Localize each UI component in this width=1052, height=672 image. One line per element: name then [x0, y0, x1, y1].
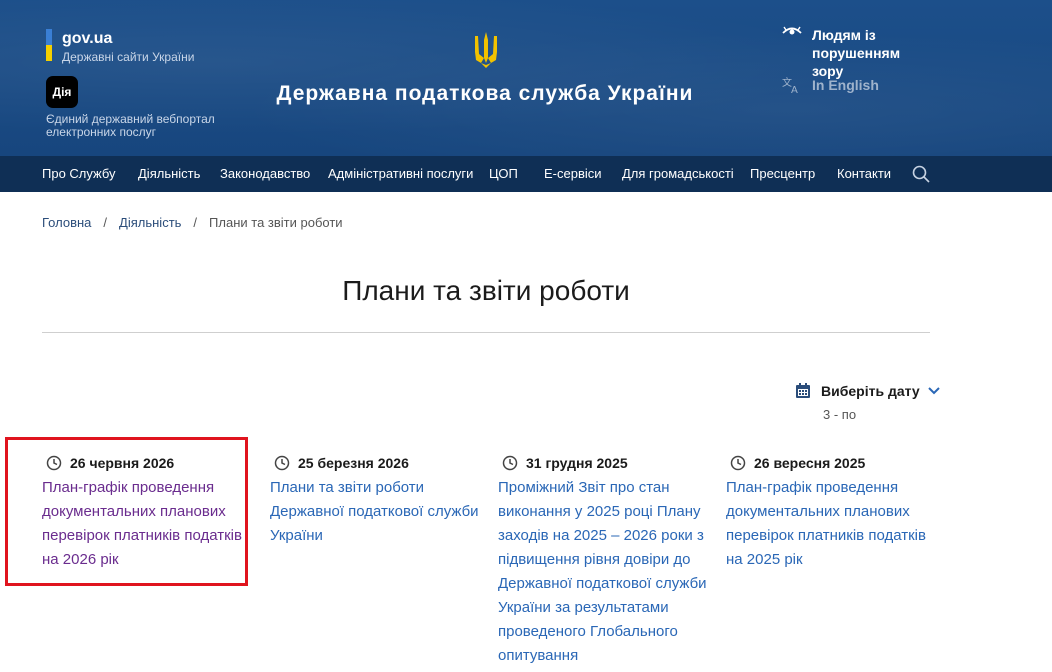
site-title[interactable]: Державна податкова служба України: [230, 82, 740, 106]
language-label: In English: [812, 77, 879, 93]
nav-item-about[interactable]: Про Службу: [42, 156, 116, 192]
date-filter-toggle[interactable]: Виберіть дату: [795, 383, 940, 399]
accessibility-link[interactable]: Людям із порушенням зору: [782, 26, 932, 80]
diia-logo[interactable]: Дія: [46, 76, 78, 108]
divider: [42, 332, 930, 333]
govua-subtitle: Державні сайти України: [62, 50, 195, 64]
item-link[interactable]: План-графік проведення документальних пл…: [726, 476, 940, 572]
calendar-icon: [796, 383, 810, 398]
language-switch[interactable]: 文 A In English: [782, 76, 879, 94]
list-item: 25 березня 2026 Плани та звіти роботи Де…: [270, 452, 484, 548]
nav-item-e-services[interactable]: Е-сервіси: [544, 156, 602, 192]
trident-icon[interactable]: [472, 30, 500, 70]
diia-description: Єдиний державний вебпортал електронних п…: [46, 112, 215, 139]
main-nav: Про Службу Діяльність Законодавство Адмі…: [0, 156, 1052, 192]
svg-text:A: A: [791, 85, 798, 94]
breadcrumb-separator: /: [193, 215, 198, 230]
accessibility-label: Людям із порушенням зору: [812, 27, 901, 79]
nav-item-legislation[interactable]: Законодавство: [220, 156, 310, 192]
list-item: 26 вересня 2025 План-графік проведення д…: [726, 452, 940, 572]
ukraine-flag-icon: [46, 29, 52, 61]
search-icon[interactable]: [912, 165, 930, 183]
govua-title: gov.ua: [62, 30, 113, 47]
date-range: 3 - по: [823, 407, 857, 422]
clock-icon: [502, 455, 518, 471]
list-item: 31 грудня 2025 Проміжний Звіт про стан в…: [498, 452, 712, 668]
nav-item-admin-services[interactable]: Адміністративні послуги: [328, 156, 473, 192]
breadcrumb-separator: /: [103, 215, 108, 230]
date-filter-label: Виберіть дату: [821, 383, 920, 399]
nav-item-activity[interactable]: Діяльність: [138, 156, 200, 192]
translate-icon: 文 A: [782, 76, 798, 94]
site-header: gov.ua Державні сайти України Дія Єдиний…: [0, 0, 1052, 156]
breadcrumb: Головна / Діяльність / Плани та звіти роботи: [42, 215, 343, 230]
breadcrumb-home[interactable]: Головна: [42, 215, 91, 230]
nav-item-public[interactable]: Для громадськості: [622, 156, 734, 192]
chevron-down-icon: [927, 387, 940, 395]
govua-link[interactable]: gov.ua Державні сайти України: [46, 29, 194, 65]
nav-item-contacts[interactable]: Контакти: [837, 156, 891, 192]
eye-icon: [782, 26, 802, 35]
highlight-box: [5, 437, 248, 586]
item-link[interactable]: Плани та звіти роботи Державної податков…: [270, 476, 484, 548]
clock-icon: [730, 455, 746, 471]
item-date: 25 березня 2026: [298, 455, 409, 471]
item-link[interactable]: Проміжний Звіт про стан виконання у 2025…: [498, 476, 712, 668]
nav-item-press-center[interactable]: Пресцентр: [750, 156, 815, 192]
clock-icon: [274, 455, 290, 471]
breadcrumb-current: Плани та звіти роботи: [209, 215, 343, 230]
item-date: 26 вересня 2025: [754, 455, 866, 471]
breadcrumb-activity[interactable]: Діяльність: [119, 215, 181, 230]
item-date: 31 грудня 2025: [526, 455, 628, 471]
page-title: Плани та звіти роботи: [342, 275, 630, 306]
nav-item-cop[interactable]: ЦОП: [489, 156, 518, 192]
